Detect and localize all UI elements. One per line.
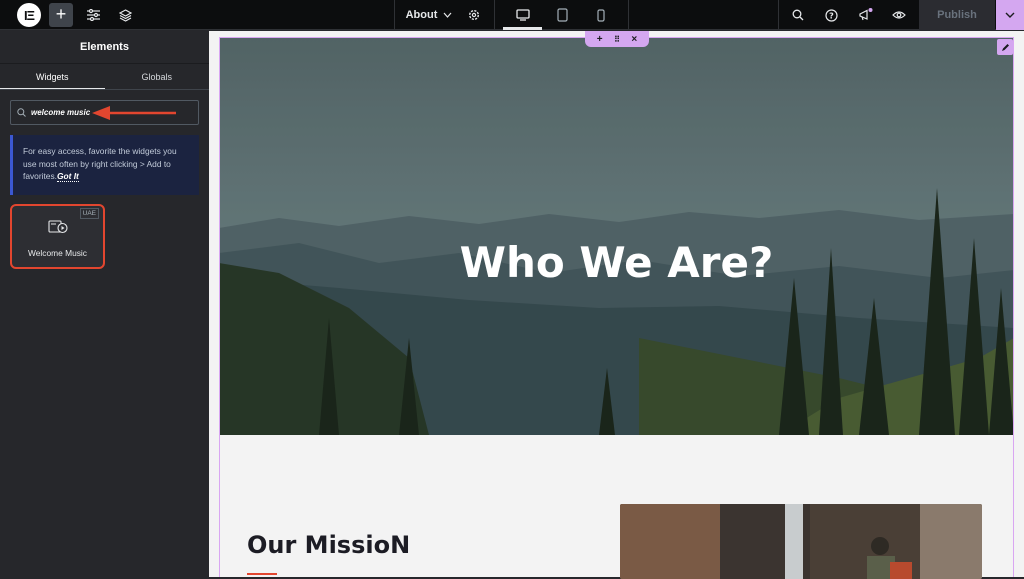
waterfall-hiker-image bbox=[620, 504, 982, 579]
preview-canvas: Who We Are? + ⠿ × Our MissioN bbox=[209, 31, 1024, 579]
tip-text: For easy access, favorite the widgets yo… bbox=[23, 146, 177, 181]
panel-tabs: Widgets Globals bbox=[0, 64, 209, 90]
mobile-icon bbox=[597, 8, 605, 22]
plus-icon: + bbox=[55, 4, 67, 24]
separator bbox=[494, 0, 495, 30]
sliders-icon bbox=[86, 9, 100, 21]
site-settings-button[interactable] bbox=[83, 0, 103, 30]
separator bbox=[628, 0, 629, 30]
got-it-link[interactable]: Got It bbox=[56, 171, 79, 182]
preview-button[interactable] bbox=[889, 0, 909, 30]
elementor-logo-icon: IΞ bbox=[24, 7, 35, 23]
add-element-button[interactable]: + bbox=[49, 3, 73, 27]
favorites-tip: For easy access, favorite the widgets yo… bbox=[10, 135, 199, 195]
tabs-divider bbox=[0, 89, 209, 90]
page-settings-button[interactable] bbox=[464, 0, 484, 30]
welcome-music-widget[interactable]: UAE Welcome Music bbox=[10, 204, 105, 269]
section-outline bbox=[219, 37, 1014, 577]
eye-icon bbox=[892, 11, 906, 19]
separator bbox=[394, 0, 395, 30]
drag-handle-icon[interactable]: ⠿ bbox=[614, 35, 620, 44]
page-name: About bbox=[405, 9, 438, 21]
chevron-down-icon bbox=[1005, 12, 1015, 18]
active-device-indicator bbox=[503, 27, 542, 30]
tab-globals[interactable]: Globals bbox=[105, 64, 210, 90]
layers-icon bbox=[118, 8, 132, 22]
panel-title: Elements bbox=[0, 31, 209, 64]
desktop-icon bbox=[515, 9, 530, 21]
editor-topbar: IΞ + About ? Publish bbox=[0, 0, 1024, 30]
mission-photo bbox=[620, 504, 982, 579]
uae-badge: UAE bbox=[79, 208, 99, 219]
edit-section-button[interactable] bbox=[997, 39, 1013, 55]
gear-icon bbox=[468, 9, 480, 21]
help-icon: ? bbox=[824, 8, 838, 22]
mobile-view-button[interactable] bbox=[591, 0, 611, 30]
plus-icon[interactable]: + bbox=[597, 34, 603, 45]
tablet-view-button[interactable] bbox=[552, 0, 572, 30]
pencil-icon bbox=[1001, 43, 1009, 51]
tab-widgets[interactable]: Widgets bbox=[0, 64, 105, 90]
page-selector[interactable]: About bbox=[398, 0, 460, 30]
structure-button[interactable] bbox=[115, 0, 135, 30]
mission-heading: Our MissioN bbox=[247, 531, 411, 559]
annotation-arrow-icon bbox=[92, 106, 176, 120]
separator bbox=[778, 0, 779, 30]
chevron-down-icon bbox=[443, 12, 452, 18]
publish-options-button[interactable] bbox=[996, 0, 1024, 30]
notifications-button[interactable] bbox=[855, 0, 875, 30]
search-icon bbox=[17, 108, 26, 117]
finder-button[interactable] bbox=[788, 0, 808, 30]
help-button[interactable]: ? bbox=[821, 0, 841, 30]
close-icon[interactable]: × bbox=[631, 34, 637, 45]
widget-label: Welcome Music bbox=[28, 248, 87, 258]
search-icon bbox=[792, 9, 804, 21]
elements-panel: Elements Widgets Globals For easy access… bbox=[0, 31, 209, 577]
section-handle[interactable]: + ⠿ × bbox=[585, 31, 649, 47]
publish-button[interactable]: Publish bbox=[919, 0, 995, 30]
svg-text:?: ? bbox=[829, 11, 834, 20]
desktop-view-button[interactable] bbox=[503, 0, 542, 30]
megaphone-icon bbox=[858, 8, 872, 21]
tablet-icon bbox=[556, 8, 568, 22]
elementor-logo-button[interactable]: IΞ bbox=[17, 3, 41, 27]
heading-underline bbox=[247, 573, 277, 575]
music-widget-icon bbox=[48, 220, 68, 234]
